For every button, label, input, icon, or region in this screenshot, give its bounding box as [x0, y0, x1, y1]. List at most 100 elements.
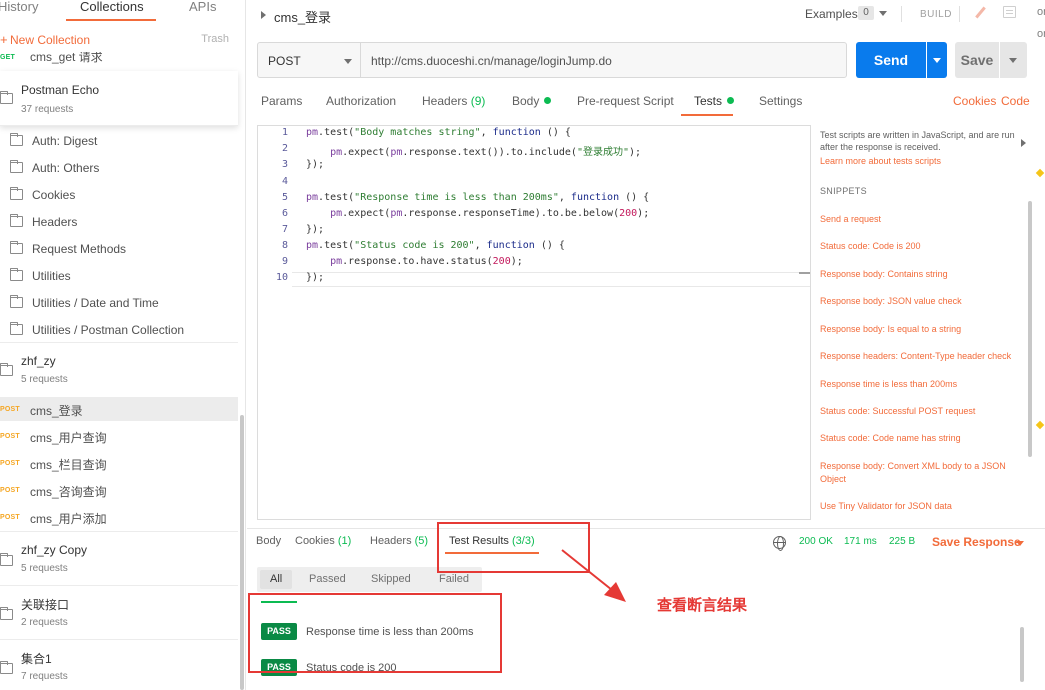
- request-item[interactable]: POST cms_用户添加: [0, 505, 238, 529]
- tab-settings[interactable]: Settings: [759, 94, 802, 108]
- request-item[interactable]: POST cms_咨询查询: [0, 478, 238, 502]
- snippet-link[interactable]: Status code: Successful POST request: [820, 405, 1025, 418]
- examples-dropdown[interactable]: Examples: [805, 7, 858, 21]
- collection-zhf-zy[interactable]: zhf_zy 5 requests: [0, 343, 238, 395]
- save-button[interactable]: Save: [955, 42, 999, 78]
- snippet-link[interactable]: Response headers: Content-Type header ch…: [820, 350, 1025, 363]
- examples-count-badge: 0: [858, 6, 874, 20]
- cookies-link[interactable]: Cookies: [953, 94, 996, 108]
- tab-label: Cookies: [295, 535, 335, 547]
- code-link[interactable]: Code: [1001, 94, 1030, 108]
- url-input[interactable]: [371, 54, 831, 68]
- save-response-button[interactable]: Save Response: [932, 535, 1021, 549]
- folder-name: Auth: Others: [32, 161, 100, 175]
- collection-name: 集合1: [21, 652, 52, 666]
- filter-all[interactable]: All: [270, 573, 282, 585]
- tab-body-label: Body: [512, 94, 540, 108]
- divider: [901, 6, 902, 22]
- folder-name: Utilities: [32, 269, 71, 283]
- new-collection-button[interactable]: New Collection: [10, 33, 90, 47]
- tab-response-cookies[interactable]: Cookies (1): [295, 535, 351, 547]
- collection-postman-echo[interactable]: Postman Echo 37 requests: [0, 71, 238, 126]
- tab-tests-label: Tests: [694, 94, 723, 108]
- folder-item[interactable]: Cookies: [0, 185, 238, 205]
- trash-link[interactable]: Trash: [201, 33, 229, 45]
- cut-off-glyph: or: [1037, 6, 1045, 18]
- tab-headers[interactable]: Headers (9): [422, 94, 485, 108]
- line-number: 10: [275, 272, 288, 283]
- collection-related-api[interactable]: 关联接口 2 requests: [0, 586, 238, 640]
- tab-collections[interactable]: Collections: [80, 0, 144, 14]
- star-icon: [1035, 168, 1045, 178]
- edit-pencil-icon[interactable]: [969, 3, 991, 25]
- learn-more-link[interactable]: Learn more about tests scripts: [820, 156, 941, 166]
- line-number: 5: [281, 192, 288, 203]
- send-options-dropdown[interactable]: [927, 42, 947, 78]
- snippet-link[interactable]: Use Tiny Validator for JSON data: [820, 500, 1025, 513]
- collection-count: 37 requests: [21, 104, 74, 115]
- line-number: 2: [281, 143, 288, 154]
- response-scrollbar[interactable]: [1020, 627, 1024, 682]
- active-tab-underline: [681, 114, 733, 116]
- tab-pre-request-script[interactable]: Pre-request Script: [577, 94, 674, 108]
- request-item-selected[interactable]: POST cms_登录: [0, 397, 238, 421]
- annotation-label: 查看断言结果: [657, 597, 748, 614]
- code-line: });: [306, 224, 325, 235]
- snippet-link[interactable]: Response time is less than 200ms: [820, 378, 1025, 391]
- collapse-arrow-icon[interactable]: [1021, 139, 1026, 147]
- request-name: cms_登录: [30, 404, 83, 418]
- tab-tests[interactable]: Tests: [694, 94, 735, 108]
- request-title[interactable]: cms_登录: [274, 7, 331, 26]
- plus-icon[interactable]: +: [0, 32, 8, 47]
- expand-caret-icon[interactable]: [261, 11, 266, 19]
- collection-zhf-zy-copy[interactable]: zhf_zy Copy 5 requests: [0, 532, 238, 586]
- snippets-scrollbar[interactable]: [1028, 201, 1032, 457]
- collection-set-1[interactable]: 集合1 7 requests: [0, 640, 238, 690]
- sidebar-scrollbar[interactable]: [240, 415, 244, 690]
- request-item[interactable]: GET cms_get 请求: [0, 52, 238, 66]
- snippet-link[interactable]: Send a request: [820, 213, 1025, 226]
- request-name: cms_用户添加: [30, 512, 107, 526]
- tab-body[interactable]: Body: [512, 94, 552, 108]
- folder-item[interactable]: Utilities: [0, 266, 238, 286]
- tab-apis[interactable]: APIs: [189, 0, 216, 14]
- collection-count: 7 requests: [21, 671, 68, 682]
- chevron-down-icon: [344, 59, 352, 64]
- request-item[interactable]: POST cms_用户查询: [0, 424, 238, 448]
- method-select[interactable]: POST: [258, 43, 361, 77]
- send-button[interactable]: Send: [856, 42, 926, 78]
- tab-history[interactable]: History: [0, 0, 38, 14]
- tab-params[interactable]: Params: [261, 94, 302, 108]
- save-options-dropdown[interactable]: [1000, 42, 1027, 78]
- tab-authorization[interactable]: Authorization: [326, 94, 396, 108]
- folder-item[interactable]: Auth: Others: [0, 158, 238, 178]
- filter-skipped[interactable]: Skipped: [371, 573, 411, 585]
- folder-item[interactable]: Headers: [0, 212, 238, 232]
- folder-item[interactable]: Utilities / Date and Time: [0, 293, 238, 313]
- folder-item[interactable]: Request Methods: [0, 239, 238, 259]
- folder-item[interactable]: Utilities / Postman Collection: [0, 320, 238, 340]
- tab-response-body[interactable]: Body: [256, 535, 281, 547]
- request-item[interactable]: POST cms_栏目查询: [0, 451, 238, 475]
- method-badge: POST: [0, 514, 20, 521]
- build-button[interactable]: BUILD: [920, 9, 952, 20]
- snippet-link[interactable]: Status code: Code name has string: [820, 432, 1025, 445]
- folder-item[interactable]: Auth: Digest: [0, 131, 238, 151]
- request-tabs: Params Authorization Headers (9) Body Pr…: [247, 94, 1045, 116]
- documentation-icon[interactable]: [1003, 6, 1016, 18]
- snippet-link[interactable]: Response body: Convert XML body to a JSO…: [820, 460, 1020, 486]
- folder-name: Cookies: [32, 188, 76, 202]
- snippet-link[interactable]: Response body: Contains string: [820, 268, 1025, 281]
- folder-name: Headers: [32, 215, 78, 229]
- snippet-link[interactable]: Response body: Is equal to a string: [820, 323, 1025, 336]
- chevron-down-icon[interactable]: [879, 11, 887, 16]
- globe-icon[interactable]: [773, 536, 786, 551]
- tab-response-headers[interactable]: Headers (5): [370, 535, 428, 547]
- snippet-link[interactable]: Status code: Code is 200: [820, 240, 1025, 253]
- snippet-link[interactable]: Response body: JSON value check: [820, 295, 1025, 308]
- tests-code-editor[interactable]: 1 2 3 4 5 6 7 8 9 10 pm.test("Body matches string…: [257, 125, 811, 520]
- filter-passed[interactable]: Passed: [309, 573, 346, 585]
- code-line: pm.test("Response time is less than 200m…: [306, 192, 650, 203]
- chevron-down-icon[interactable]: [1016, 541, 1024, 546]
- filter-failed[interactable]: Failed: [439, 573, 469, 585]
